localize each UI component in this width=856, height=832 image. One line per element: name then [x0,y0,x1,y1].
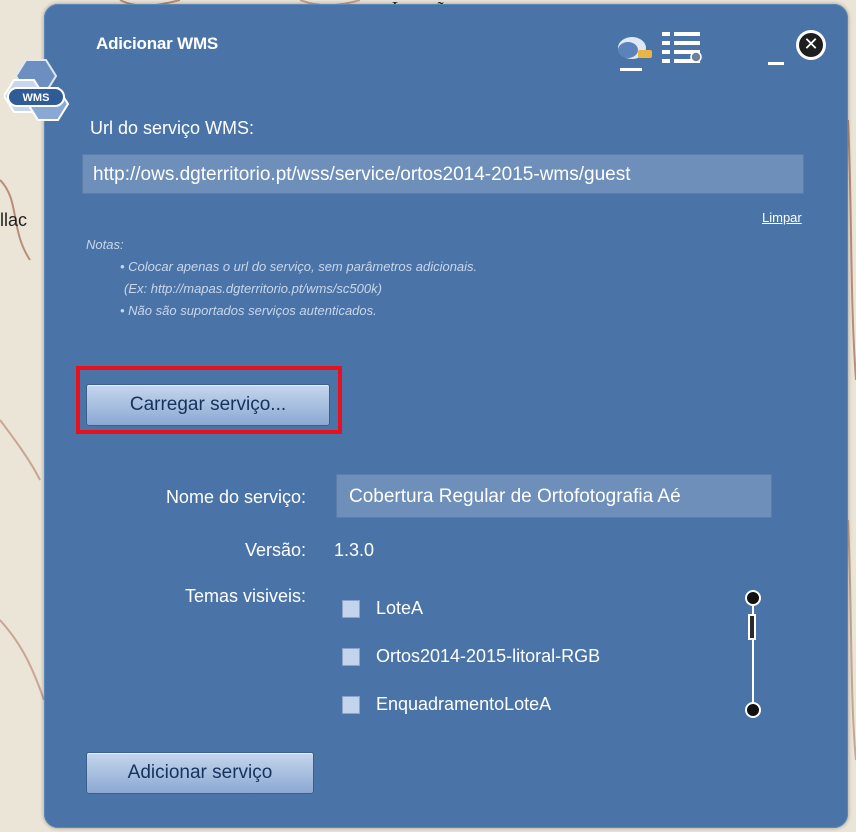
scroll-down-icon[interactable] [745,702,761,718]
service-name-label: Nome do serviço: [165,487,306,507]
scroll-up-icon[interactable] [745,590,761,606]
minimize-icon [768,62,784,65]
badge-text: WMS [23,92,50,104]
dialog-title: Adicionar WMS [96,34,219,53]
close-button[interactable]: ✕ [796,30,826,60]
theme-checkbox[interactable] [342,600,360,618]
url-label: Url do serviço WMS: [90,118,255,138]
close-icon: ✕ [803,34,819,55]
theme-checkbox[interactable] [342,696,360,714]
theme-label: EnquadramentoLoteA [376,694,552,714]
theme-label: LoteA [376,598,424,618]
themes-scrollbar[interactable] [745,590,765,718]
note-line: • Não são suportados serviços autenticad… [120,303,377,318]
version-label: Versão: [244,540,306,560]
add-service-button[interactable]: Adicionar serviço [86,752,314,794]
minimize-button[interactable] [766,40,786,70]
theme-label: Ortos2014-2015-litoral-RGB [376,646,601,666]
map-place-label: llac [0,210,28,230]
notes-title: Notas: [86,237,124,252]
note-line: (Ex: http://mapas.dgterritorio.pt/wms/sc… [124,281,382,296]
clear-link[interactable]: Limpar [762,210,802,225]
notes: Notas: • Colocar apenas o url do serviço… [86,234,477,322]
load-service-button[interactable]: Carregar serviço... [86,384,330,426]
scroll-thumb[interactable] [748,614,756,640]
layer-list-icon[interactable] [660,30,704,68]
theme-checkbox[interactable] [342,648,360,666]
version-value: 1.3.0 [334,540,375,560]
themes-label: Temas visiveis: [184,586,306,606]
wms-badge-icon: WMS [4,59,70,121]
url-input[interactable]: http://ows.dgterritorio.pt/wss/service/o… [82,154,804,194]
service-name-field[interactable]: Cobertura Regular de Ortofotografia Aé [336,474,772,518]
wms-add-icon[interactable] [612,30,656,76]
note-line: • Colocar apenas o url do serviço, sem p… [120,259,478,274]
